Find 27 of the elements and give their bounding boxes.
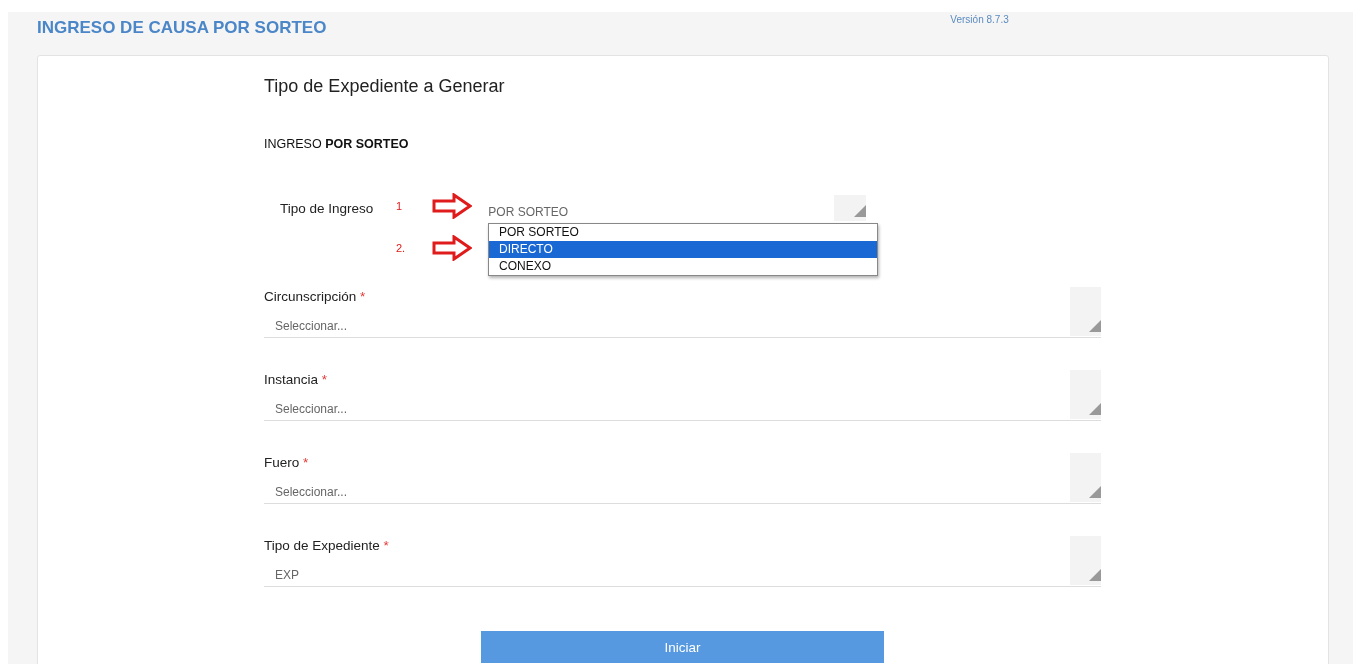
select-field[interactable]: Fuero * Seleccionar... <box>264 453 1101 504</box>
mode-label: INGRESO POR SORTEO <box>264 137 410 151</box>
dropdown-option[interactable]: DIRECTO <box>489 241 877 258</box>
page-title: INGRESO DE CAUSA POR SORTEO <box>37 18 327 38</box>
field-placeholder: Seleccionar... <box>274 402 349 416</box>
required-asterisk: * <box>383 538 389 553</box>
field-label: Instancia <box>264 372 319 387</box>
field-placeholder: Seleccionar... <box>274 485 349 499</box>
select-field[interactable]: Circunscripción * Seleccionar... <box>264 287 1101 338</box>
tipo-ingreso-select[interactable]: POR SORTEO <box>479 195 867 221</box>
annotation-number: 2. <box>396 242 407 254</box>
required-asterisk: * <box>303 455 309 470</box>
section-heading: Tipo de Expediente a Generar <box>264 76 506 97</box>
field-label: Circunscripción <box>264 289 357 304</box>
required-asterisk: * <box>360 289 366 304</box>
required-asterisk: * <box>321 372 328 387</box>
field-label: Tipo de Expediente <box>264 538 380 553</box>
dropdown-option[interactable]: CONEXO <box>489 258 877 275</box>
select-field[interactable]: Instancia * Seleccionar... <box>264 370 1101 421</box>
field-label: Fuero <box>264 455 300 470</box>
select-field[interactable]: Tipo de Expediente * EXP <box>264 536 1101 587</box>
dropdown-option[interactable]: POR SORTEO <box>489 224 877 241</box>
field-label: Tipo de Ingreso <box>280 200 374 216</box>
annotation-number: 1 <box>396 200 404 212</box>
field-value: EXP <box>274 568 300 582</box>
version-label: Versión 8.7.3 <box>950 14 1009 25</box>
field-placeholder: Seleccionar... <box>274 319 349 333</box>
